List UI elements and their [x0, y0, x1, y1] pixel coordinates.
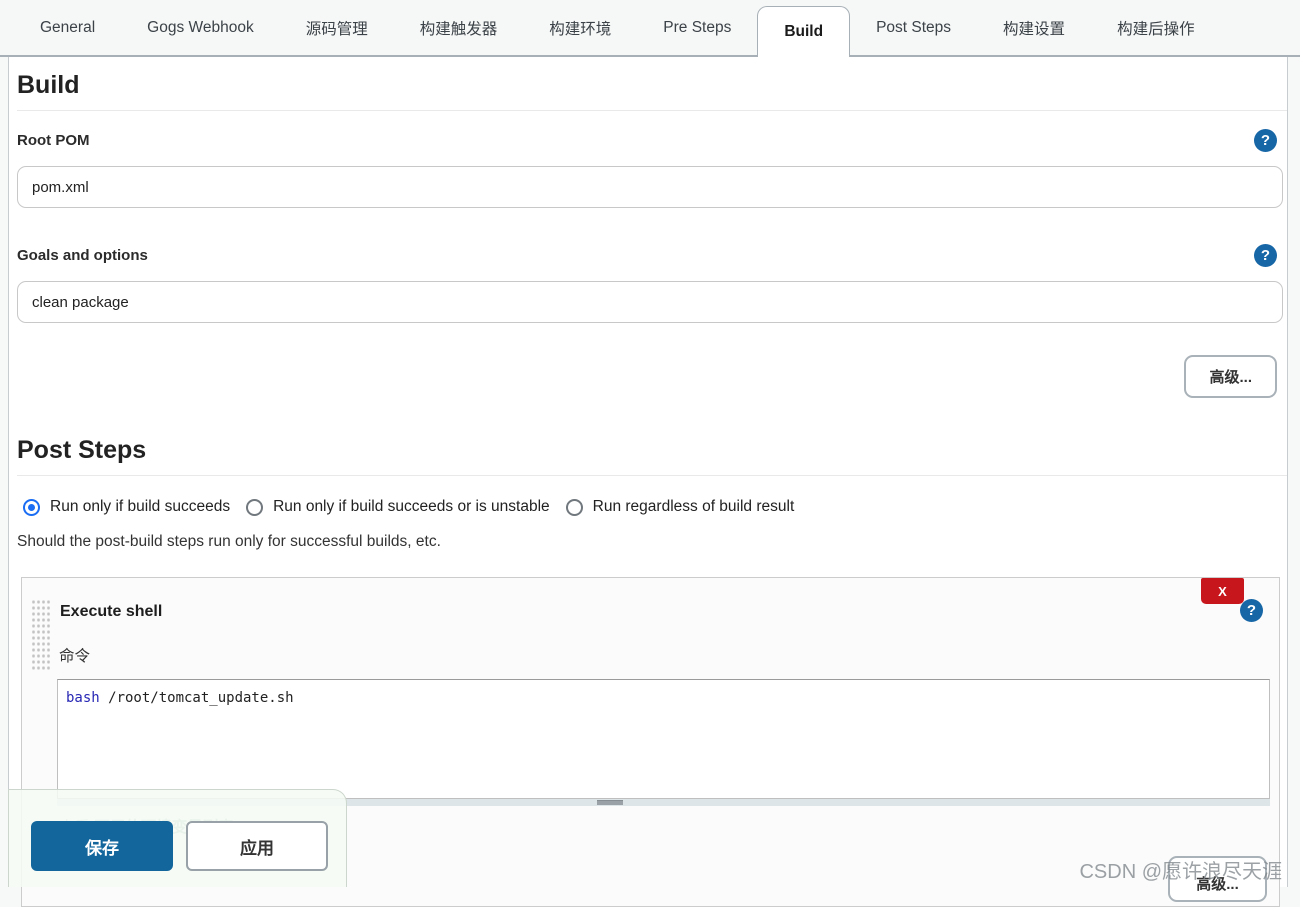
- tab-build-settings[interactable]: 构建设置: [977, 0, 1091, 55]
- sticky-action-footer: 保存 应用: [8, 789, 347, 887]
- goals-options-help-icon[interactable]: ?: [1254, 244, 1277, 267]
- command-text: /root/tomcat_update.sh: [100, 690, 294, 706]
- radio-run-regardless[interactable]: [566, 499, 583, 516]
- divider: [17, 110, 1287, 111]
- tab-build-environment[interactable]: 构建环境: [523, 0, 637, 55]
- shell-command-editor[interactable]: bash /root/tomcat_update.sh: [57, 679, 1270, 799]
- radio-run-if-succeeds-or-unstable-label[interactable]: Run only if build succeeds or is unstabl…: [273, 498, 550, 516]
- scrollbar-thumb[interactable]: [597, 800, 623, 805]
- build-section-title: Build: [17, 71, 1287, 100]
- tab-post-steps[interactable]: Post Steps: [850, 0, 977, 55]
- divider: [17, 475, 1287, 476]
- save-button[interactable]: 保存: [31, 821, 173, 871]
- remove-step-button[interactable]: X: [1201, 578, 1244, 604]
- radio-run-if-succeeds-label[interactable]: Run only if build succeeds: [50, 498, 230, 516]
- tab-build[interactable]: Build: [757, 6, 850, 57]
- tab-pre-steps[interactable]: Pre Steps: [637, 0, 757, 55]
- tab-build-triggers[interactable]: 构建触发器: [394, 0, 524, 55]
- post-steps-section-title: Post Steps: [17, 436, 1287, 465]
- radio-run-regardless-label[interactable]: Run regardless of build result: [593, 498, 795, 516]
- post-steps-help-text: Should the post-build steps run only for…: [17, 533, 1287, 551]
- execute-shell-title: Execute shell: [60, 603, 1279, 621]
- tab-post-build-actions[interactable]: 构建后操作: [1091, 0, 1221, 55]
- goals-options-label: Goals and options: [17, 247, 148, 264]
- root-pom-help-icon[interactable]: ?: [1254, 129, 1277, 152]
- build-tab-panel: Build Root POM ? Goals and options ? 高级.…: [8, 57, 1288, 887]
- command-label: 命令: [59, 644, 1279, 666]
- root-pom-input[interactable]: [17, 166, 1283, 208]
- shell-advanced-button[interactable]: 高级...: [1168, 856, 1267, 902]
- apply-button[interactable]: 应用: [186, 821, 328, 871]
- command-keyword: bash: [66, 690, 100, 706]
- radio-run-if-succeeds[interactable]: [23, 499, 40, 516]
- tab-source-management[interactable]: 源码管理: [280, 0, 394, 55]
- execute-shell-help-icon[interactable]: ?: [1240, 599, 1263, 622]
- tab-general[interactable]: General: [14, 0, 121, 55]
- goals-options-input[interactable]: [17, 281, 1283, 323]
- tab-bar: General Gogs Webhook 源码管理 构建触发器 构建环境 Pre…: [0, 0, 1300, 57]
- tab-gogs-webhook[interactable]: Gogs Webhook: [121, 0, 280, 55]
- drag-handle-icon[interactable]: [31, 599, 50, 672]
- build-advanced-button[interactable]: 高级...: [1184, 355, 1277, 398]
- radio-run-if-succeeds-or-unstable[interactable]: [246, 499, 263, 516]
- root-pom-label: Root POM: [17, 132, 90, 149]
